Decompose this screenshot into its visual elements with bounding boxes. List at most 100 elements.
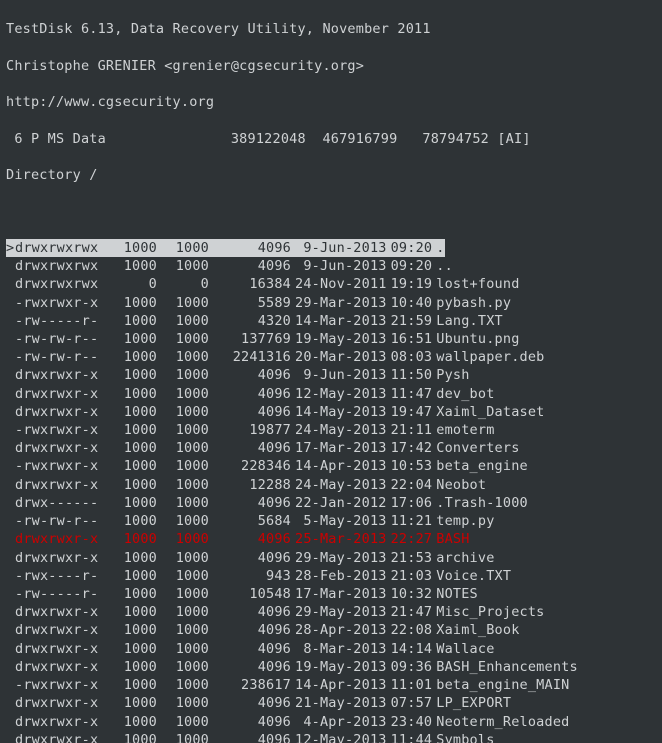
file-size: 4096 xyxy=(209,366,291,384)
file-row[interactable]: >drwxrwxrwx100010004096 9-Jun-201309:20. xyxy=(6,239,656,257)
file-permissions: drwxrwxr-x xyxy=(15,476,105,494)
file-size: 228346 xyxy=(209,457,291,475)
file-group: 1000 xyxy=(157,494,209,512)
file-group: 1000 xyxy=(157,567,209,585)
file-row[interactable]: drwxrwxr-x10001000409612-May-201311:47de… xyxy=(6,385,656,403)
file-permissions: drwxrwxr-x xyxy=(15,694,105,712)
file-row[interactable]: drwx------10001000409622-Jan-201217:06.T… xyxy=(6,494,656,512)
file-owner: 1000 xyxy=(105,385,157,403)
file-row[interactable]: -rwxrwxr-x10001000558929-Mar-201310:40py… xyxy=(6,294,656,312)
file-owner: 1000 xyxy=(105,603,157,621)
file-group: 1000 xyxy=(157,330,209,348)
file-owner: 1000 xyxy=(105,330,157,348)
file-row[interactable]: drwxrwxrwx100010004096 9-Jun-201309:20.. xyxy=(6,257,656,275)
file-group: 1000 xyxy=(157,512,209,530)
file-owner: 1000 xyxy=(105,294,157,312)
file-time: 09:36 xyxy=(387,658,433,676)
file-owner: 1000 xyxy=(105,476,157,494)
file-row[interactable]: -rwxrwxr-x100010001987724-May-201321:11e… xyxy=(6,421,656,439)
file-row[interactable]: -rw-----r-10001000432014-Mar-201321:59La… xyxy=(6,312,656,330)
file-row[interactable]: drwxrwxr-x10001000409629-May-201321:53ar… xyxy=(6,549,656,567)
file-name: .. xyxy=(432,257,453,275)
file-name: Lang.TXT xyxy=(432,312,503,330)
file-owner: 1000 xyxy=(105,640,157,658)
file-group: 1000 xyxy=(157,603,209,621)
file-row[interactable]: drwxrwxr-x10001000409619-May-201309:36BA… xyxy=(6,658,656,676)
file-group: 1000 xyxy=(157,731,209,743)
file-name: Misc_Projects xyxy=(432,603,544,621)
file-group: 1000 xyxy=(157,585,209,603)
file-time: 07:57 xyxy=(387,694,433,712)
file-name: archive xyxy=(432,549,494,567)
file-owner: 1000 xyxy=(105,658,157,676)
file-owner: 1000 xyxy=(105,257,157,275)
file-size: 4096 xyxy=(209,403,291,421)
file-name: LP_EXPORT xyxy=(432,694,511,712)
blank-line xyxy=(6,202,656,220)
file-time: 22:27 xyxy=(387,530,433,548)
file-owner: 0 xyxy=(105,275,157,293)
file-owner: 1000 xyxy=(105,731,157,743)
file-permissions: drwxrwxrwx xyxy=(15,275,105,293)
file-permissions: drwxrwxr-x xyxy=(15,603,105,621)
file-name: Symbols xyxy=(432,731,494,743)
file-permissions: drwxrwxr-x xyxy=(15,385,105,403)
file-row[interactable]: drwxrwxr-x10001000409629-May-201321:47Mi… xyxy=(6,603,656,621)
file-group: 1000 xyxy=(157,312,209,330)
file-size: 12288 xyxy=(209,476,291,494)
file-time: 17:06 xyxy=(387,494,433,512)
file-name: Ubuntu.png xyxy=(432,330,519,348)
file-time: 11:44 xyxy=(387,731,433,743)
file-name: . xyxy=(432,239,444,257)
file-group: 1000 xyxy=(157,403,209,421)
file-owner: 1000 xyxy=(105,694,157,712)
file-size: 2241316 xyxy=(209,348,291,366)
file-date: 24-Nov-2011 xyxy=(291,275,387,293)
file-size: 137769 xyxy=(209,330,291,348)
file-row[interactable]: drwxrwxr-x100010001228824-May-201322:04N… xyxy=(6,476,656,494)
file-group: 1000 xyxy=(157,239,209,257)
file-row[interactable]: -rwx----r-1000100094328-Feb-201321:03Voi… xyxy=(6,567,656,585)
file-row[interactable]: -rwxrwxr-x1000100022834614-Apr-201310:53… xyxy=(6,457,656,475)
file-size: 4096 xyxy=(209,621,291,639)
file-row[interactable]: drwxrwxr-x100010004096 4-Apr-201323:40Ne… xyxy=(6,713,656,731)
header-line-2: Christophe GRENIER <grenier@cgsecurity.o… xyxy=(6,57,656,75)
file-row[interactable]: drwxrwxr-x10001000409628-Apr-201322:08Xa… xyxy=(6,621,656,639)
file-size: 4096 xyxy=(209,603,291,621)
file-row[interactable]: drwxrwxr-x10001000409621-May-201307:57LP… xyxy=(6,694,656,712)
file-size: 4096 xyxy=(209,239,291,257)
file-row[interactable]: drwxrwxr-x10001000409617-Mar-201317:42Co… xyxy=(6,439,656,457)
file-permissions: drwxrwxr-x xyxy=(15,713,105,731)
file-row[interactable]: drwxrwxr-x100010004096 8-Mar-201314:14Wa… xyxy=(6,640,656,658)
file-row[interactable]: -rwxrwxr-x1000100023861714-Apr-201311:01… xyxy=(6,676,656,694)
file-date: 17-Mar-2013 xyxy=(291,585,387,603)
file-date: 12-May-2013 xyxy=(291,385,387,403)
file-date: 24-May-2013 xyxy=(291,476,387,494)
file-permissions: -rwxrwxr-x xyxy=(15,676,105,694)
file-group: 1000 xyxy=(157,658,209,676)
file-permissions: drwxrwxr-x xyxy=(15,549,105,567)
file-name: beta_engine xyxy=(432,457,528,475)
file-row[interactable]: drwxrwxr-x10001000409625-Mar-201322:27BA… xyxy=(6,530,656,548)
file-owner: 1000 xyxy=(105,549,157,567)
file-date: 28-Feb-2013 xyxy=(291,567,387,585)
file-row[interactable]: drwxrwxrwx001638424-Nov-201119:19lost+fo… xyxy=(6,275,656,293)
file-date: 19-May-2013 xyxy=(291,658,387,676)
partition-info: 6 P MS Data 389122048 467916799 78794752… xyxy=(6,130,656,148)
file-permissions: drwxrwxrwx xyxy=(15,257,105,275)
file-row[interactable]: -rw-----r-100010001054817-Mar-201310:32N… xyxy=(6,585,656,603)
file-group: 1000 xyxy=(157,348,209,366)
file-row[interactable]: drwxrwxr-x10001000409614-May-201319:47Xa… xyxy=(6,403,656,421)
file-group: 1000 xyxy=(157,476,209,494)
file-owner: 1000 xyxy=(105,439,157,457)
file-group: 1000 xyxy=(157,621,209,639)
file-size: 10548 xyxy=(209,585,291,603)
file-row[interactable]: -rw-rw-r--100010005684 5-May-201311:21te… xyxy=(6,512,656,530)
file-list[interactable]: >drwxrwxrwx100010004096 9-Jun-201309:20.… xyxy=(6,239,656,743)
file-name: Xaiml_Book xyxy=(432,621,519,639)
file-group: 1000 xyxy=(157,385,209,403)
file-row[interactable]: drwxrwxr-x10001000409612-May-201311:44Sy… xyxy=(6,731,656,743)
file-row[interactable]: -rw-rw-r--10001000224131620-Mar-201308:0… xyxy=(6,348,656,366)
file-row[interactable]: -rw-rw-r--1000100013776919-May-201316:51… xyxy=(6,330,656,348)
file-row[interactable]: drwxrwxr-x100010004096 9-Jun-201311:50Py… xyxy=(6,366,656,384)
